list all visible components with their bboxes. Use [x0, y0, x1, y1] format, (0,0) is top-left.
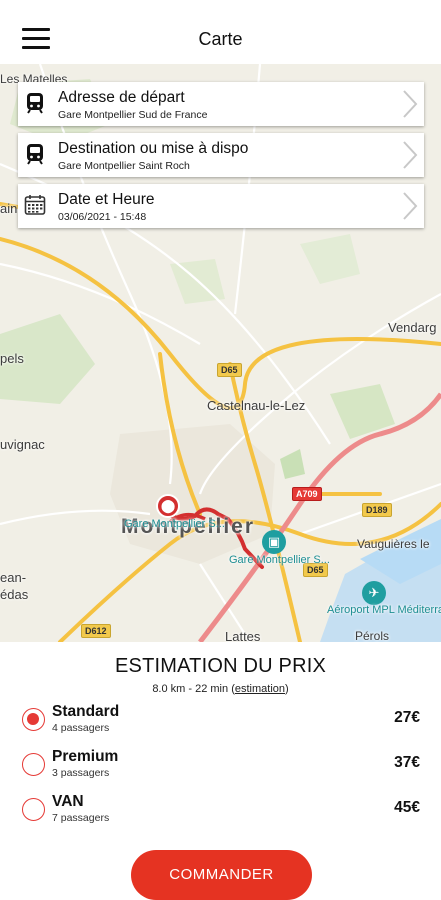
option-price: 45€: [394, 799, 420, 816]
option-name: Premium: [52, 748, 119, 765]
radio-button-selected[interactable]: [22, 708, 45, 731]
card-title: Destination ou mise à dispo: [58, 140, 249, 157]
option-premium[interactable]: Premium 3 passagers 37€: [20, 747, 420, 783]
option-name: Standard: [52, 703, 120, 720]
order-button[interactable]: COMMANDER: [131, 850, 312, 900]
estimation-distance-duration: 8.0 km - 22 min: [152, 683, 229, 695]
option-standard[interactable]: Standard 4 passagers 27€: [20, 702, 420, 738]
option-price: 37€: [394, 754, 420, 771]
card-subtitle: Gare Montpellier Sud de France: [58, 109, 208, 121]
chevron-right-icon: [403, 90, 418, 118]
map-label-gare-sud: Gare Montpellier S...: [124, 518, 225, 530]
map-label-aeroport: Aéroport MPL Méditerranée: [327, 604, 441, 616]
option-van[interactable]: VAN 7 passagers 45€: [20, 792, 420, 828]
card-subtitle: 03/06/2021 - 15:48: [58, 211, 147, 223]
option-capacity: 4 passagers: [52, 722, 110, 734]
map-label-pels: pels: [0, 351, 24, 366]
estimation-summary: 8.0 km - 22 min (estimation): [0, 683, 441, 695]
card-title: Adresse de départ: [58, 89, 185, 106]
estimation-title: ESTIMATION DU PRIX: [114, 655, 327, 677]
estimation-link[interactable]: estimation: [235, 683, 285, 695]
map-label-vauguieres: Vauguières le: [357, 537, 430, 551]
airport-pin-icon[interactable]: ✈: [362, 581, 386, 605]
map-label-gare-st-roch: Gare Montpellier S...: [229, 554, 330, 566]
train-icon: [27, 144, 43, 165]
card-title: Date et Heure: [58, 191, 155, 208]
option-price: 27€: [394, 709, 420, 726]
destination-address-card[interactable]: Destination ou mise à dispo Gare Montpel…: [18, 133, 424, 177]
map-label-perols: Pérols: [355, 629, 390, 642]
train-station-pin-icon[interactable]: ▣: [262, 530, 286, 554]
road-badge-d189: D189: [362, 503, 392, 517]
map-label-castelnau: Castelnau-le-Lez: [207, 398, 306, 413]
road-badge-a709: A709: [292, 487, 322, 501]
map-label-lattes: Lattes: [225, 629, 261, 642]
map-label-uvignac: uvignac: [0, 437, 45, 452]
map-label-ain: ain: [0, 201, 18, 216]
map-label-edas: édas: [0, 587, 29, 602]
chevron-right-icon: [403, 141, 418, 169]
radio-button[interactable]: [22, 798, 45, 821]
card-subtitle: Gare Montpellier Saint Roch: [58, 160, 190, 172]
chevron-right-icon: [403, 192, 418, 220]
estimation-paren-close: ): [285, 683, 289, 695]
radio-button[interactable]: [22, 753, 45, 776]
map-label-ean: ean-: [0, 570, 27, 585]
road-badge-d65: D65: [217, 363, 242, 377]
header-bar: Carte: [0, 0, 441, 64]
date-time-card[interactable]: Date et Heure 03/06/2021 - 15:48: [18, 184, 424, 228]
map-label-vendargues: Vendarg: [388, 320, 437, 335]
option-capacity: 3 passagers: [52, 767, 110, 779]
road-badge-d612: D612: [81, 624, 111, 638]
departure-address-card[interactable]: Adresse de départ Gare Montpellier Sud d…: [18, 82, 424, 126]
train-icon: [27, 93, 43, 114]
option-name: VAN: [52, 793, 84, 810]
train-station-pin-icon[interactable]: ⬤: [156, 494, 180, 518]
calendar-icon: [24, 195, 46, 215]
option-capacity: 7 passagers: [52, 812, 110, 824]
page-title: Carte: [198, 29, 243, 49]
